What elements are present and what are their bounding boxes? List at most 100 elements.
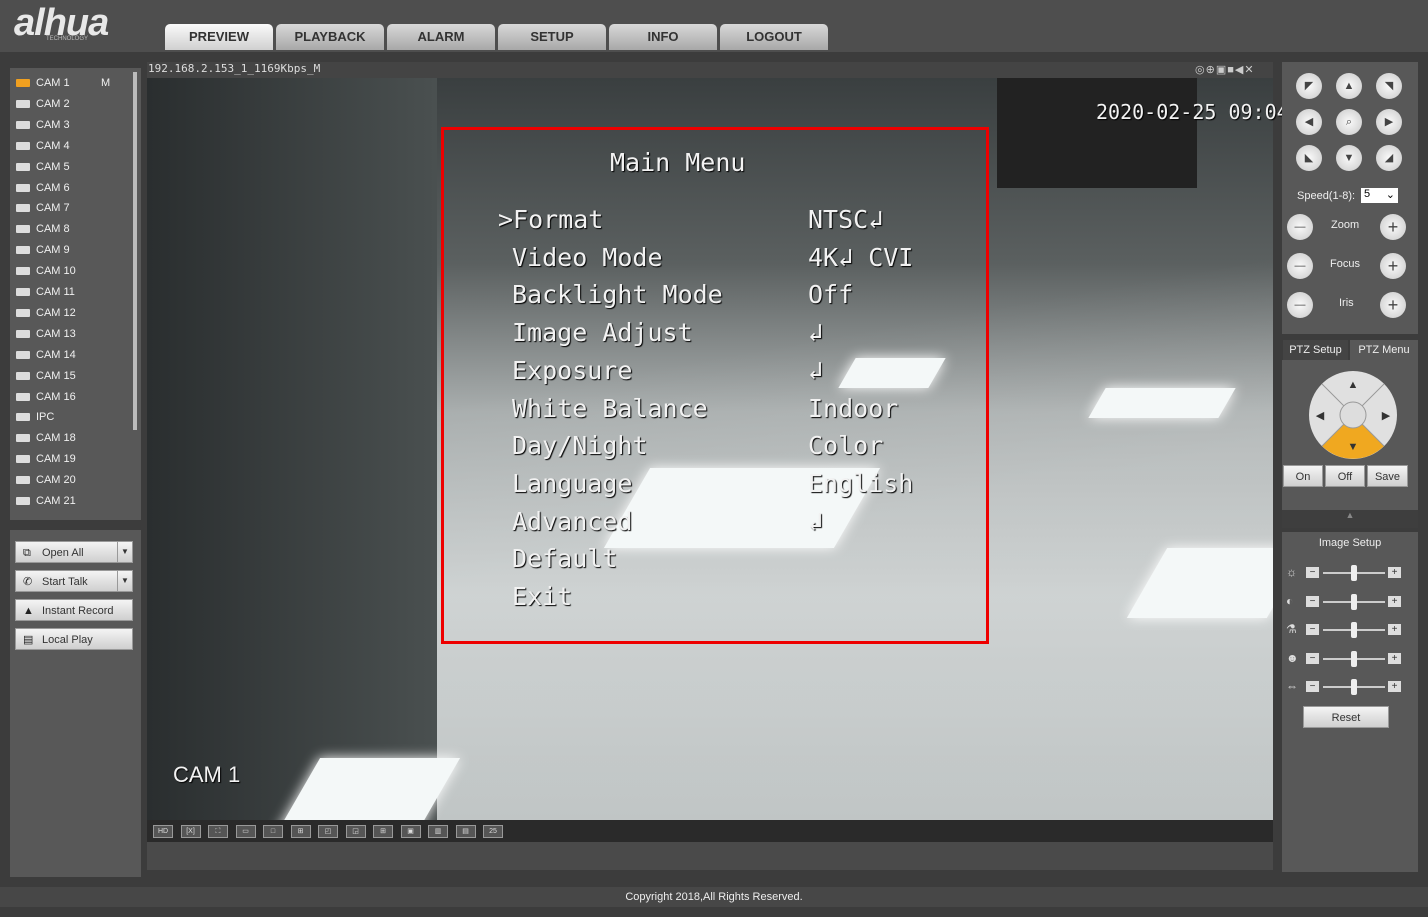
zoom-icon[interactable]: ⊕ [1206,64,1216,76]
layout-button[interactable]: [X] [180,825,201,838]
layout-button[interactable]: ⊞ [290,825,311,838]
zoom-in-button[interactable]: + [1380,214,1406,240]
slider-handle[interactable] [1351,593,1357,610]
audio-icon[interactable]: ◀ [1235,64,1244,76]
tab-alarm[interactable]: ALARM [387,24,495,50]
ptz-menu-save-button[interactable]: Save [1367,465,1408,487]
camera-item[interactable]: CAM 4 [16,137,70,155]
chevron-down-icon[interactable]: ▼ [117,571,132,591]
layout-button[interactable]: ▥ [428,825,448,838]
iris-open-button[interactable]: + [1380,292,1406,318]
ptz-menu-off-button[interactable]: Off [1325,465,1365,487]
layout-button[interactable]: ◰ [318,825,338,838]
speed-select[interactable]: 5 ⌄ [1361,188,1398,203]
camera-item[interactable]: CAM 15 [16,367,76,385]
layout-button[interactable]: ▭ [235,825,256,838]
chevron-down-icon[interactable]: ▼ [117,542,132,562]
camera-item[interactable]: IPC [16,408,54,426]
tab-setup[interactable]: SETUP [498,24,606,50]
focus-in-button[interactable]: + [1380,253,1406,279]
ptz-auto-scan-button[interactable]: ⌕ [1336,109,1362,135]
increase-button[interactable]: + [1388,624,1401,635]
slider-handle[interactable] [1351,650,1357,667]
ptz-down-left-button[interactable]: ◣ [1296,145,1322,171]
decrease-button[interactable]: − [1306,567,1319,578]
tab-ptz-setup[interactable]: PTZ Setup [1283,340,1348,360]
ptz-up-left-button[interactable]: ◤ [1296,73,1322,99]
arrow-right-icon[interactable]: ▶ [1382,410,1391,422]
ptz-menu-on-button[interactable]: On [1283,465,1323,487]
start-talk-button[interactable]: ✆ Start Talk ▼ [15,570,133,592]
camera-item[interactable]: CAM 13 [16,325,76,343]
camera-item[interactable]: CAM 16 [16,388,76,406]
camera-item[interactable]: CAM 20 [16,471,76,489]
image-slider-saturation[interactable]: ⚗ − + [1286,622,1406,638]
decrease-button[interactable]: − [1306,681,1319,692]
iris-close-button[interactable]: — [1287,292,1313,318]
focus-out-button[interactable]: — [1287,253,1313,279]
arrow-left-icon[interactable]: ◀ [1316,410,1325,422]
layout-button[interactable]: 25 [483,825,503,838]
camera-item[interactable]: CAM 12 [16,304,76,322]
arrow-up-icon[interactable]: ▲ [1348,379,1359,391]
collapse-toggle[interactable]: ▲ [1282,510,1418,528]
ptz-up-right-button[interactable]: ◥ [1376,73,1402,99]
ptz-right-button[interactable]: ▶ [1376,109,1402,135]
layout-button[interactable]: ⊞ [373,825,393,838]
increase-button[interactable]: + [1388,595,1401,607]
decrease-button[interactable]: − [1306,652,1319,664]
instant-record-button[interactable]: ▲ Instant Record [15,599,133,621]
layout-button[interactable]: ▣ [400,825,421,838]
image-slider-sharpness[interactable]: ⇔ − + [1286,679,1406,695]
image-slider-contrast[interactable]: ◐ − + [1286,593,1406,610]
slider-handle[interactable] [1351,565,1357,581]
slider-handle[interactable] [1351,622,1357,638]
layout-button[interactable]: ▤ [455,825,476,838]
layout-button[interactable]: HD [153,825,173,838]
camera-item[interactable]: CAM 2 [16,95,70,113]
reset-button[interactable]: Reset [1303,706,1389,728]
camera-item[interactable]: CAM 19 [16,450,76,468]
layout-button[interactable]: ⛶ [208,825,228,838]
camera-item[interactable]: CAM 9 [16,241,70,259]
slider-handle[interactable] [1351,679,1357,695]
local-play-button[interactable]: ▤ Local Play [15,628,133,650]
ptz-menu-wheel[interactable]: ▲ ◀ ▶ ▼ [1308,370,1398,460]
camera-item[interactable]: CAM 6 [16,179,70,197]
camera-item[interactable]: CAM 11 [16,283,75,301]
increase-button[interactable]: + [1388,652,1401,664]
increase-button[interactable]: + [1388,567,1401,578]
tab-preview[interactable]: PREVIEW [165,24,273,50]
camera-item[interactable]: CAM 8 [16,220,70,238]
camera-item[interactable]: CAM 5 [16,158,70,176]
arrow-down-icon[interactable]: ▼ [1348,441,1359,453]
video-window-controls[interactable]: ◎⊕▣■◀✕ [1195,63,1255,76]
snapshot-icon[interactable]: ▣ [1216,64,1227,76]
ptz-up-button[interactable]: ▲ [1336,73,1362,99]
wheel-center-button[interactable] [1339,401,1367,429]
image-slider-hue[interactable]: ☻ − + [1286,650,1406,667]
layout-button[interactable]: □ [263,825,283,838]
close-icon[interactable]: ✕ [1244,64,1254,76]
camera-item[interactable]: CAM 10 [16,262,76,280]
camera-list-scrollbar[interactable] [133,72,137,430]
open-all-button[interactable]: ⧉ Open All ▼ [15,541,133,563]
ptz-left-button[interactable]: ◀ [1296,109,1322,135]
record-icon[interactable]: ■ [1227,64,1235,76]
ptz-down-right-button[interactable]: ◢ [1376,145,1402,171]
view-icon[interactable]: ◎ [1195,64,1206,76]
decrease-button[interactable]: − [1306,595,1319,607]
camera-item[interactable]: CAM 21 [16,492,76,510]
ptz-down-button[interactable]: ▼ [1336,145,1362,171]
tab-logout[interactable]: LOGOUT [720,24,828,50]
camera-item[interactable]: CAM 7 [16,199,70,217]
decrease-button[interactable]: − [1306,624,1319,635]
tab-ptz-menu[interactable]: PTZ Menu [1350,340,1418,360]
camera-item[interactable]: CAM 1 M [16,74,110,92]
zoom-out-button[interactable]: — [1287,214,1313,240]
camera-item[interactable]: CAM 14 [16,346,76,364]
image-slider-brightness[interactable]: ☼ − + [1286,565,1406,581]
tab-info[interactable]: INFO [609,24,717,50]
tab-playback[interactable]: PLAYBACK [276,24,384,50]
camera-item[interactable]: CAM 18 [16,429,76,447]
